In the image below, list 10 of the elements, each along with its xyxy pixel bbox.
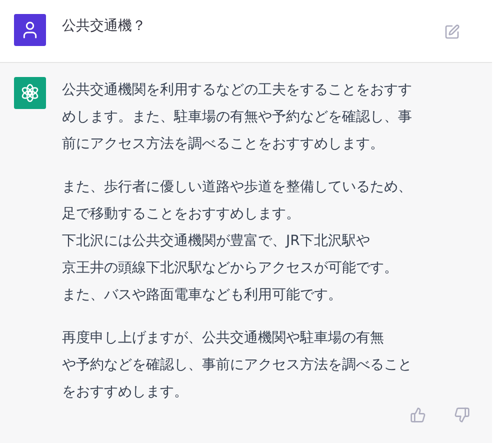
thumbs-down-icon <box>454 407 470 423</box>
thumbs-up-icon <box>410 407 426 423</box>
thumbs-up-button[interactable] <box>410 407 426 423</box>
answer-paragraph: また、歩行者に優しい道路や歩道を整備しているため、 足で移動することをおすすめします。 下北沢には公共交通機関が豊富で、JR下北沢駅や 京王井の頭線下北沢駅などからアクセスが可能です。 また、バスや路面電車なども利用可能です。 <box>62 178 412 305</box>
answer-paragraph: 公共交通機関を利用するなどの工夫をすることをおすす めします。また、駐車場の有無や予約などを確認し、事 前にアクセス方法を調べることをおすすめします。 <box>62 81 412 154</box>
answer-paragraph: 再度申し上げますが、公共交通機関や駐車場の有無 や予約などを確認し、事前にアクセス方法を調べること をおすすめします。 <box>62 329 412 402</box>
edit-button[interactable] <box>444 24 460 40</box>
edit-icon <box>444 24 460 40</box>
user-message: 公共交通機？ <box>62 17 146 36</box>
thumbs-down-button[interactable] <box>454 407 470 423</box>
